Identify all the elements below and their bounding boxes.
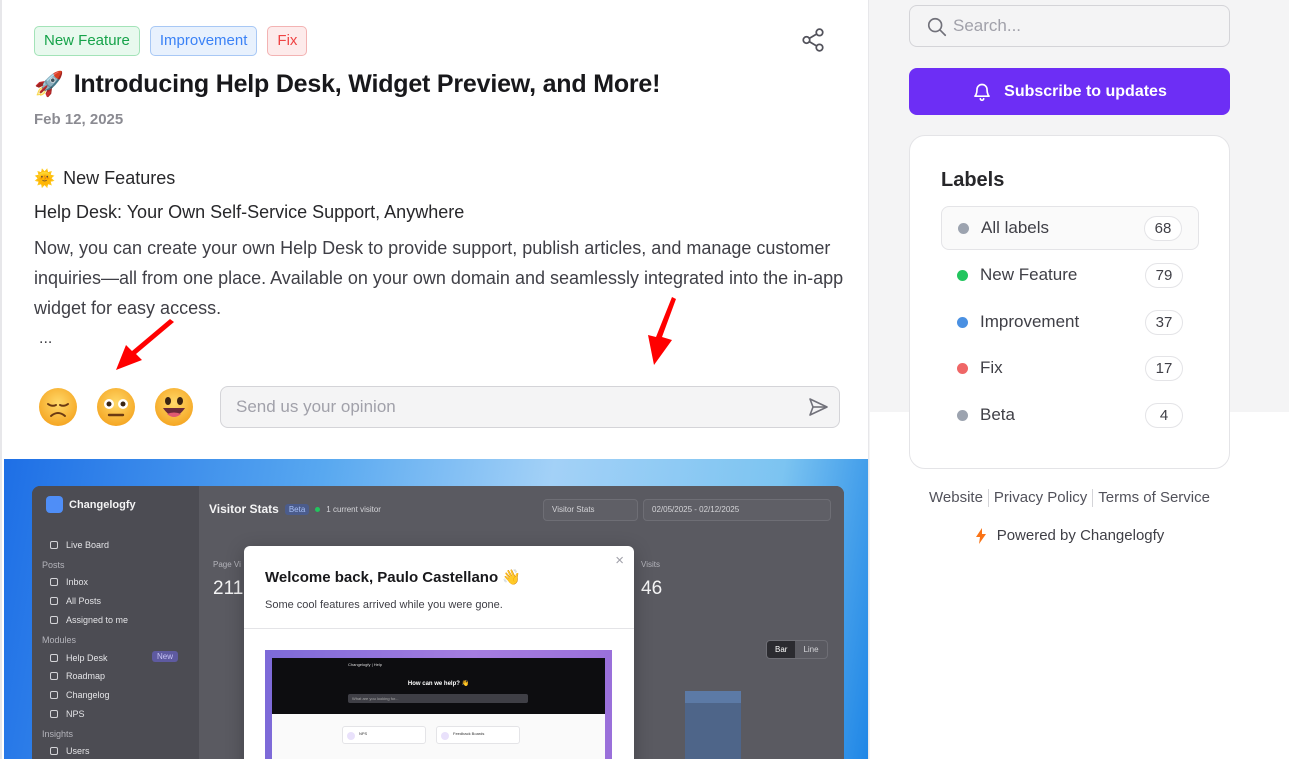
online-dot-icon: [315, 506, 321, 512]
label-dot: [957, 362, 968, 374]
search-icon: [927, 17, 947, 37]
label-count: 37: [1145, 309, 1183, 335]
help-desk-cards: NPS Feedback Boards: [272, 714, 605, 759]
new-badge: New: [152, 651, 179, 662]
label-name: All labels: [981, 218, 1050, 237]
label-name: Fix: [980, 358, 1003, 377]
lightning-icon: [975, 527, 986, 544]
label-dot: [957, 316, 968, 328]
powered-by-link[interactable]: Powered by Changelogfy: [909, 527, 1230, 544]
read-more-ellipsis[interactable]: ...: [39, 330, 52, 348]
label-filter-improvement[interactable]: Improvement 37: [941, 300, 1199, 344]
section-heading-text: New Features: [63, 168, 176, 188]
powered-by-text: Powered by Changelogfy: [996, 527, 1165, 544]
help-card: Feedback Boards: [436, 726, 520, 744]
visitor-stats-title: Visitor Stats Beta 1 current visitor: [209, 502, 381, 516]
post-subtitle: Help Desk: Your Own Self-Service Support…: [34, 202, 465, 222]
tag-fix[interactable]: Fix: [267, 26, 308, 56]
neutral-face-icon[interactable]: [96, 387, 136, 427]
app-nav-assigned: Assigned to me: [50, 615, 128, 625]
label-filter-new-feature[interactable]: New Feature 79: [941, 253, 1199, 297]
reaction-bar: [38, 387, 194, 427]
app-sidebar: Changelogfy Live Board Posts Inbox All P…: [32, 486, 199, 759]
label-filter-all[interactable]: All labels 68: [941, 206, 1199, 250]
label-dot: [957, 409, 968, 421]
section-heading: 🌞 New Features: [34, 168, 175, 189]
current-visitor: 1 current visitor: [326, 504, 381, 514]
post-preview-image: Changelogfy Live Board Posts Inbox All P…: [4, 459, 868, 759]
send-icon[interactable]: [806, 395, 830, 419]
welcome-modal: Welcome back, Paulo Castellano 👋 Some co…: [244, 546, 634, 759]
help-desk-hero: Changelogfy | Help How can we help? 👋 Wh…: [272, 658, 605, 714]
labels-title: Labels: [941, 169, 1005, 191]
opinion-input[interactable]: [220, 386, 840, 428]
rocket-icon: 🚀: [34, 71, 64, 98]
label-count: 79: [1145, 262, 1183, 288]
annotation-arrow-icon: [116, 319, 174, 370]
app-logo: Changelogfy: [46, 496, 136, 513]
modal-subtitle: Some cool features arrived while you wer…: [265, 599, 503, 611]
sun-icon: 🌞: [34, 168, 56, 188]
close-icon: ×: [615, 552, 624, 569]
privacy-policy-link[interactable]: Privacy Policy: [989, 489, 1092, 507]
search-input[interactable]: [953, 6, 1223, 46]
help-card: NPS: [342, 726, 426, 744]
label-dot: [958, 222, 969, 234]
label-filter-fix[interactable]: Fix 17: [941, 346, 1199, 390]
app-nav-group-posts: Posts: [42, 560, 65, 570]
annotation-arrow-icon: [648, 297, 676, 365]
label-name: Improvement: [980, 312, 1080, 331]
page-views-value: 211: [213, 578, 244, 599]
label-dot: [957, 269, 968, 281]
post-tags: New Feature Improvement Fix: [34, 26, 308, 56]
app-nav-nps: NPS: [50, 709, 85, 719]
app-nav-users: Users: [50, 746, 90, 756]
footer-links: Website Privacy Policy Terms of Service: [909, 489, 1230, 507]
app-nav-group-insights: Insights: [42, 729, 74, 739]
label-count: 17: [1145, 355, 1183, 381]
label-filter-beta[interactable]: Beta 4: [941, 393, 1199, 437]
subscribe-label: Subscribe to updates: [1004, 82, 1167, 100]
happy-face-icon[interactable]: [154, 387, 194, 427]
terms-of-service-link[interactable]: Terms of Service: [1093, 489, 1215, 507]
app-nav-inbox: Inbox: [50, 577, 88, 587]
label-count: 4: [1145, 402, 1183, 428]
beta-badge: Beta: [284, 503, 310, 515]
changelogfy-logo-icon: [46, 496, 63, 513]
labels-panel: Labels All labels 68 New Feature 79 Impr…: [909, 135, 1230, 469]
app-nav-all-posts: All Posts: [50, 596, 101, 606]
visits-label: Visits: [641, 560, 660, 569]
label-name: New Feature: [980, 265, 1078, 284]
chart-bar: [685, 691, 741, 759]
post-title[interactable]: 🚀 Introducing Help Desk, Widget Preview,…: [34, 70, 660, 99]
app-nav-group-modules: Modules: [42, 635, 77, 645]
page-views-label: Page Vi: [213, 560, 241, 569]
share-icon[interactable]: [800, 27, 826, 53]
visits-value: 46: [641, 578, 663, 599]
sad-face-icon[interactable]: [38, 387, 78, 427]
post-date: Feb 12, 2025: [34, 111, 124, 128]
modal-title: Welcome back, Paulo Castellano 👋: [265, 569, 521, 586]
website-link[interactable]: Website: [924, 489, 988, 507]
subscribe-button[interactable]: Subscribe to updates: [909, 68, 1230, 115]
app-nav-changelog: Changelog: [50, 690, 110, 700]
app-nav-live-board: Live Board: [50, 540, 109, 550]
app-nav-help-desk: Help Desk: [50, 653, 108, 663]
chart-type-toggle: Bar Line: [766, 640, 828, 659]
help-desk-screenshot: Changelogfy | Help How can we help? 👋 Wh…: [265, 650, 612, 759]
app-nav-roadmap: Roadmap: [50, 671, 105, 681]
post-body: Now, you can create your own Help Desk t…: [34, 238, 844, 318]
label-name: Beta: [980, 405, 1015, 424]
bell-icon: [974, 83, 991, 101]
search-box[interactable]: [909, 5, 1230, 47]
tag-improvement[interactable]: Improvement: [149, 26, 258, 56]
post-card: New Feature Improvement Fix 🚀 Introducin…: [0, 0, 869, 759]
post-title-text: Introducing Help Desk, Widget Preview, a…: [73, 70, 661, 98]
date-range-select: 02/05/2025 - 02/12/2025: [643, 499, 831, 521]
view-select: Visitor Stats: [543, 499, 638, 521]
tag-new-feature[interactable]: New Feature: [34, 26, 140, 56]
modal-divider: [244, 628, 634, 629]
label-count: 68: [1144, 215, 1182, 241]
